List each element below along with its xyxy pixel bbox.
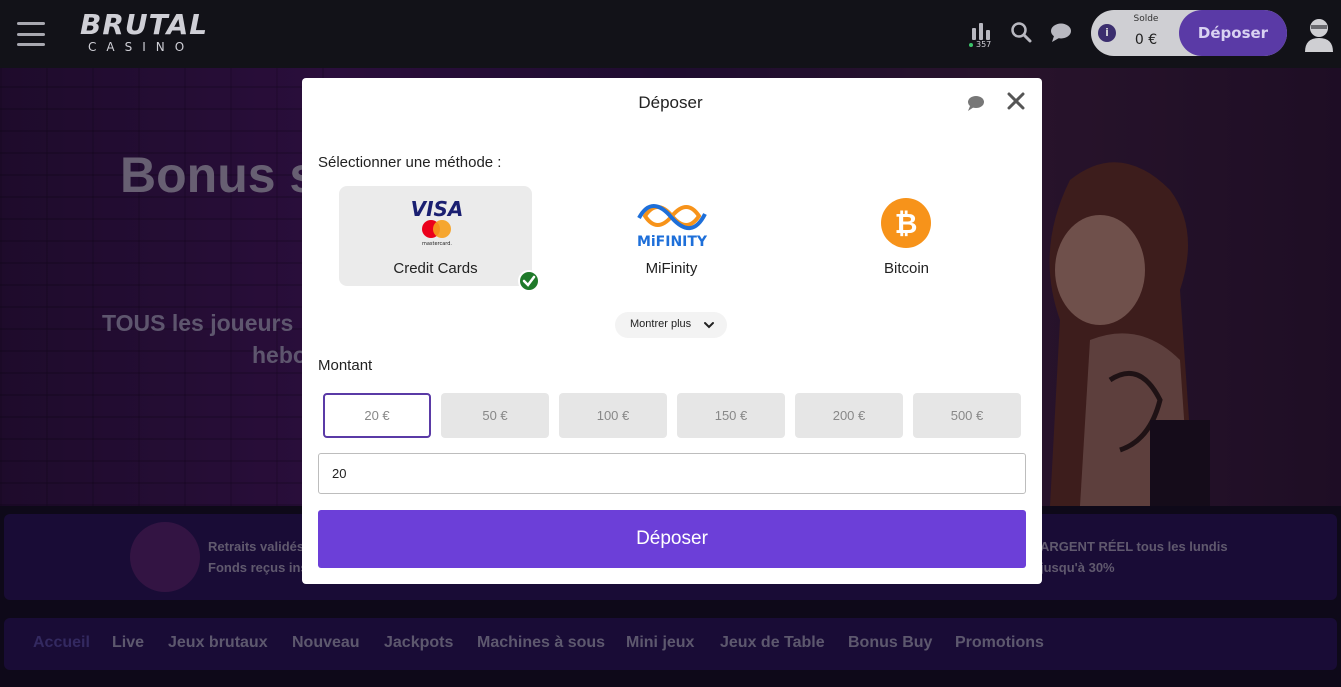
mifinity-logo: MiFINITY [637,204,708,250]
method-name-bitcoin: Bitcoin [883,260,930,277]
mifinity-logo-text: MiFINITY [637,234,708,250]
visa-logo-text: VISA [411,197,464,221]
logo-casino: CASINO [88,40,195,54]
amount-option-100[interactable]: 100 € [559,393,667,438]
amount-option-50[interactable]: 50 € [441,393,549,438]
balance-value: 0 € [1134,32,1158,48]
header-deposit-button[interactable]: Déposer [1179,10,1287,56]
show-more-label: Montrer plus [630,318,692,330]
deposit-submit-button[interactable]: Déposer [318,510,1026,568]
balance-label: Solde [1133,14,1159,24]
select-method-label: Sélectionner une méthode : [318,154,502,171]
amount-option-150[interactable]: 150 € [677,393,785,438]
close-icon[interactable] [1005,90,1027,112]
amount-label: Montant [318,357,373,374]
bitcoin-icon: ₿ [881,198,931,248]
chat-icon[interactable] [1048,18,1074,48]
check-icon [518,270,540,292]
logo-brutal: BRUTAL [80,8,209,41]
show-more-button[interactable]: Montrer plus [615,312,727,338]
bitcoin-glyph: ₿ [895,207,918,240]
method-bitcoin[interactable]: ₿ Bitcoin [810,186,1003,286]
method-credit-cards[interactable]: VISA mastercard. Credit Cards [339,186,532,286]
amount-option-500[interactable]: 500 € [913,393,1021,438]
search-icon[interactable] [1008,18,1034,48]
menu-icon[interactable] [17,22,45,46]
method-mifinity[interactable]: MiFINITY MiFinity [575,186,768,286]
visa-mastercard-logo: VISA mastercard. [411,197,464,247]
modal-title: Déposer [638,93,703,112]
brand-logo[interactable]: BRUTAL CASINO [80,10,220,56]
chevron-down-icon [704,322,714,329]
online-dot-icon [969,43,973,47]
mastercard-logo-text: mastercard. [422,241,452,247]
method-name-credit-cards: Credit Cards [393,260,478,277]
chat-icon[interactable] [966,94,986,112]
amount-option-200[interactable]: 200 € [795,393,903,438]
amount-option-20[interactable]: 20 € [323,393,431,438]
info-icon[interactable]: i [1098,24,1116,42]
method-name-mifinity: MiFinity [645,260,698,277]
amount-input[interactable] [318,453,1026,494]
user-avatar-icon[interactable] [1302,16,1336,54]
stats-count: 357 [976,40,992,49]
